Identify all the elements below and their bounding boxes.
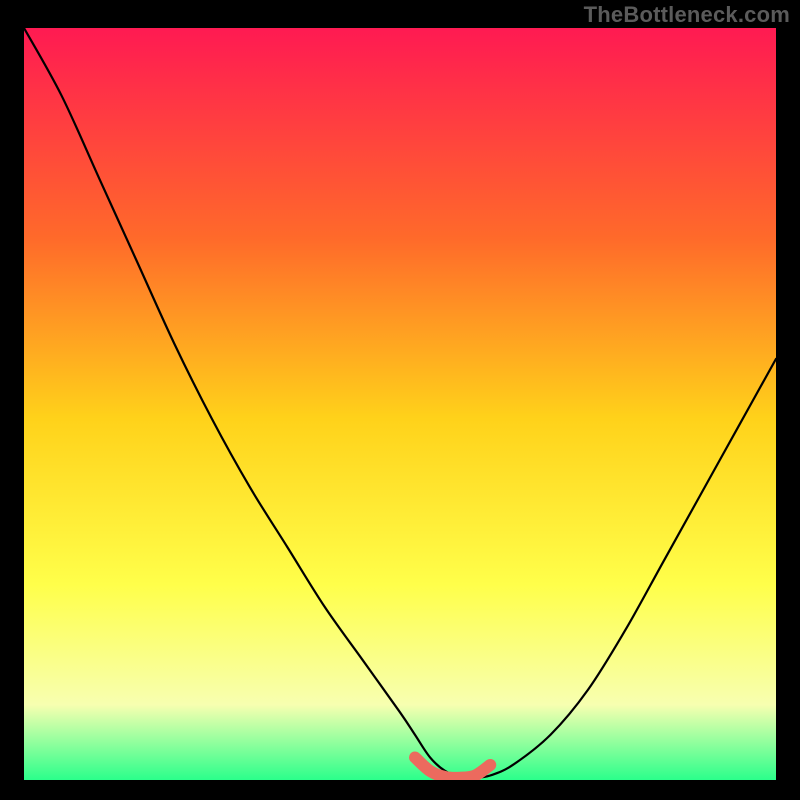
watermark-text: TheBottleneck.com: [584, 2, 790, 28]
chart-svg: [24, 28, 776, 780]
gradient-background: [24, 28, 776, 780]
plot-area: [24, 28, 776, 780]
chart-frame: TheBottleneck.com: [0, 0, 800, 800]
